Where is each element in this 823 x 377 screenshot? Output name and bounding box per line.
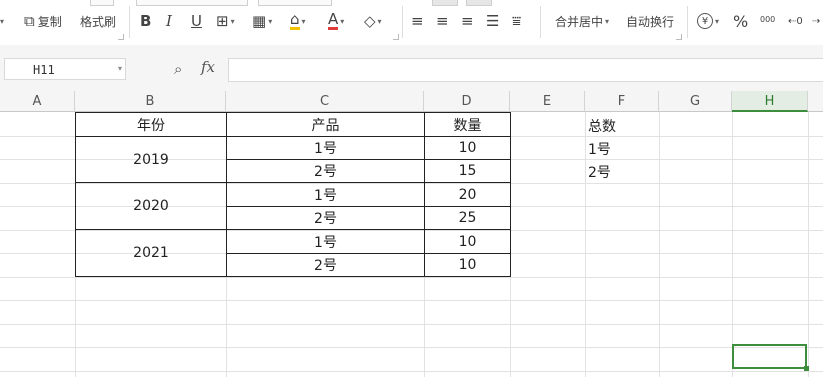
merged-year-cell[interactable]: 2019 [75, 136, 227, 183]
ribbon-top-stub [90, 0, 114, 6]
summary-header-cell[interactable]: 总数 [588, 116, 616, 136]
merge-center-label: 合并居中 [555, 14, 604, 29]
copy-icon: ⧉ [24, 12, 35, 30]
underline-button[interactable]: U [191, 11, 202, 31]
justify-button[interactable]: ☰ [486, 11, 499, 31]
decrease-decimal-icon: ⇢ [812, 15, 821, 27]
product-cell[interactable]: 1号 [226, 229, 425, 254]
justify-icon: ☰ [486, 12, 500, 30]
currency-button[interactable]: ¥ ▾ [697, 11, 719, 31]
paint-bucket-icon: ⌂ [290, 10, 300, 30]
column-header-h[interactable]: H [732, 91, 808, 112]
font-color-button[interactable]: A ▾ [328, 11, 344, 31]
column-header-b[interactable]: B [75, 91, 226, 112]
column-header-next[interactable] [808, 91, 823, 112]
decrease-decimal-button[interactable]: ⇢ [812, 11, 820, 31]
italic-button[interactable]: I [166, 11, 172, 31]
copy-label: 复制 [37, 14, 62, 29]
column-header-f[interactable]: F [585, 91, 659, 112]
divider [402, 6, 403, 38]
format-painter-label: 格式刷 [80, 14, 117, 29]
formula-input[interactable] [228, 58, 823, 82]
qty-cell[interactable]: 25 [424, 206, 511, 230]
ribbon-top-stub [432, 0, 458, 6]
name-box-dropdown-icon[interactable]: ▾ [118, 64, 122, 73]
product-cell[interactable]: 2号 [226, 253, 425, 277]
ribbon-top-stub [136, 0, 248, 6]
distributed-button[interactable]: ⩸ [512, 11, 521, 31]
align-left-button[interactable]: ≡ [411, 11, 424, 31]
paste-arrow[interactable]: ▾ [0, 11, 4, 31]
table-header-year[interactable]: 年份 [75, 112, 227, 137]
alignment-group-launcher[interactable] [676, 34, 682, 40]
zoom-search-icon[interactable]: ⌕ [174, 60, 182, 78]
align-center-icon: ≡ [436, 12, 449, 30]
fill-color-button[interactable]: ⌂ ▾ [290, 11, 306, 31]
table-style-icon: ▦ [252, 12, 267, 30]
ribbon-toolbar: ▾ ⧉ 复制 格式刷 B I U ⊞ ▾ ▦ ▾ ⌂ ▾ A ▾ ◇ ▾ ≡ ≡ ≡ ☰ … [0, 0, 823, 46]
fx-button[interactable]: fx [201, 58, 215, 76]
summary-item-cell[interactable]: 1号 [588, 139, 611, 159]
wrap-text-button[interactable]: 自动换行 [626, 11, 674, 31]
ribbon-top-stub [466, 0, 492, 6]
align-left-icon: ≡ [411, 12, 424, 30]
thousands-button[interactable]: 000 [760, 9, 775, 29]
fill-handle[interactable] [804, 366, 809, 371]
divider [129, 6, 130, 38]
table-header-qty[interactable]: 数量 [424, 112, 511, 137]
currency-icon: ¥ [697, 13, 713, 29]
merged-year-cell[interactable]: 2020 [75, 182, 227, 230]
font-color-icon: A [328, 10, 339, 30]
qty-cell[interactable]: 10 [424, 136, 511, 160]
product-cell[interactable]: 1号 [226, 182, 425, 207]
divider [687, 6, 688, 38]
percent-button[interactable]: % [733, 11, 748, 31]
qty-cell[interactable]: 20 [424, 182, 511, 207]
merged-year-cell[interactable]: 2021 [75, 229, 227, 277]
align-center-button[interactable]: ≡ [436, 11, 449, 31]
bold-button[interactable]: B [140, 11, 151, 31]
font-group-launcher[interactable] [393, 34, 399, 40]
wrap-text-label: 自动换行 [626, 14, 675, 29]
qty-cell[interactable]: 15 [424, 159, 511, 183]
copy-button[interactable]: ⧉ 复制 [24, 11, 62, 31]
column-header-a[interactable]: A [0, 91, 75, 112]
name-box[interactable]: H11 [4, 58, 126, 80]
align-right-button[interactable]: ≡ [461, 11, 474, 31]
summary-item-cell[interactable]: 2号 [588, 162, 611, 182]
ribbon-top-stub [258, 0, 332, 6]
table-header-product[interactable]: 产品 [226, 112, 425, 137]
clear-format-button[interactable]: ◇ ▾ [364, 11, 382, 31]
active-cell-selection[interactable] [732, 344, 807, 369]
eraser-icon: ◇ [364, 12, 376, 30]
column-header-d[interactable]: D [424, 91, 510, 112]
increase-decimal-icon: ⇠0 [788, 15, 803, 27]
align-right-icon: ≡ [461, 12, 474, 30]
qty-cell[interactable]: 10 [424, 253, 511, 277]
divider [540, 6, 541, 38]
product-cell[interactable]: 2号 [226, 206, 425, 230]
increase-decimal-button[interactable]: ⇠0 [788, 11, 803, 31]
column-header-c[interactable]: C [226, 91, 424, 112]
borders-icon: ⊞ [216, 12, 229, 30]
column-header-g[interactable]: G [659, 91, 732, 112]
borders-button[interactable]: ⊞ ▾ [216, 11, 235, 31]
distributed-align-icon: ⩸ [512, 12, 522, 30]
product-cell[interactable]: 1号 [226, 136, 425, 160]
format-painter-button[interactable]: 格式刷 [80, 11, 116, 31]
product-cell[interactable]: 2号 [226, 159, 425, 183]
clipboard-group-launcher[interactable] [118, 34, 124, 40]
qty-cell[interactable]: 10 [424, 229, 511, 254]
cell-style-button[interactable]: ▦ ▾ [252, 11, 272, 31]
merge-center-button[interactable]: 合并居中 ▾ [555, 11, 609, 31]
column-header-e[interactable]: E [510, 91, 585, 112]
